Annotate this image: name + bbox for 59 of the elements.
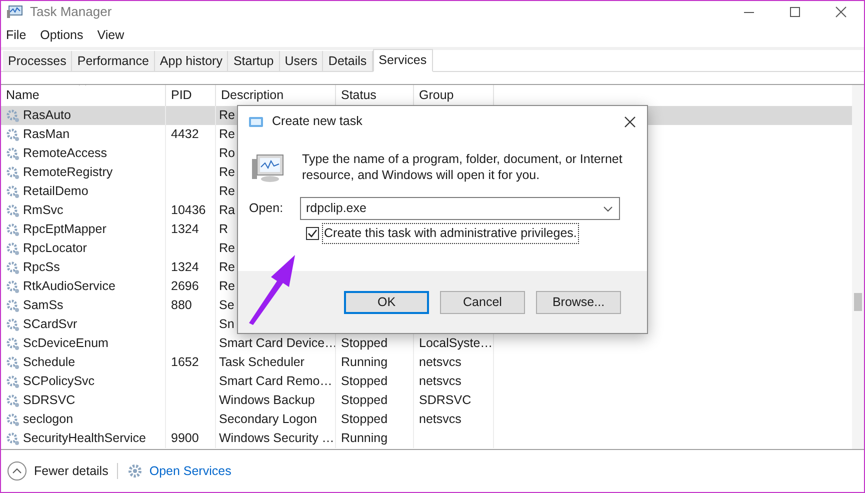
table-cell-text: R (219, 221, 228, 238)
table-cell-text: netsvcs (419, 373, 462, 390)
table-cell-text: netsvcs (419, 411, 462, 428)
table-cell-text: seclogon (23, 411, 74, 428)
table-cell-text: RpcLocator (23, 240, 87, 258)
table-cell-text: RemoteRegistry (23, 164, 113, 182)
table-cell-text: 1324 (171, 259, 199, 276)
table-cell-text: Schedule (23, 354, 76, 372)
table-cell-text: Stopped (341, 373, 388, 390)
table-cell-text: Re (219, 107, 235, 124)
table-cell-text: Running (341, 430, 388, 448)
table-cell-text: SecurityHealthService (23, 430, 146, 448)
window-title: Task Manager (30, 3, 112, 22)
table-cell-text: 880 (171, 297, 192, 314)
table-cell-text: 10436 (171, 202, 206, 220)
table-cell-text: Re (219, 240, 235, 258)
table-cell-text: Re (219, 259, 235, 276)
table-cell-text: SDRSVC (419, 392, 472, 410)
dialog-title: Create new task (272, 113, 362, 130)
table-cell-text: RpcSs (23, 259, 60, 276)
table-cell-text: SamSs (23, 297, 64, 314)
table-cell-text: Stopped (341, 392, 388, 410)
table-cell-text: Re (219, 183, 235, 200)
table-cell-text: Se (219, 297, 234, 314)
table-cell-text: 1652 (171, 354, 199, 372)
table-cell-text: Re (219, 164, 235, 182)
table-cell-text: 2696 (171, 278, 199, 296)
table-cell-text: Ra (219, 202, 235, 220)
open-label: Open: (249, 200, 284, 218)
table-cell-text: Windows Security … (219, 430, 334, 448)
table-cell-text: RemoteAccess (23, 145, 108, 162)
dialog-message: Type the name of a program, folder, document, or Internet resource, and Windows will open it for you. (302, 151, 624, 183)
table-cell-text: Task Scheduler (219, 354, 304, 372)
table-cell-text: RasMan (23, 126, 70, 144)
table-cell-text: Secondary Logon (219, 411, 317, 428)
table-cell-text: SCPolicySvc (23, 373, 95, 390)
table-cell-text: RmSvc (23, 202, 64, 220)
table-cell-text: Sn (219, 316, 234, 334)
table-cell-text: RasAuto (23, 107, 71, 124)
table-cell-text: Smart Card Remo… (219, 373, 332, 390)
table-cell-text: Ro (219, 145, 235, 162)
table-cell-text: RetailDemo (23, 183, 88, 200)
table-cell-text: SCardSvr (23, 316, 78, 334)
table-cell-text: Smart Card Device… (219, 335, 335, 352)
table-cell-text: Stopped (341, 411, 388, 428)
table-cell-text: LocalSyste… (419, 335, 493, 352)
table-cell-text: Stopped (341, 335, 388, 352)
table-cell-text: Re (219, 278, 235, 296)
table-cell-text: 1324 (171, 221, 199, 238)
table-cell-text: RpcEptMapper (23, 221, 106, 238)
table-cell-text: Windows Backup (219, 392, 315, 410)
table-cell-text: netsvcs (419, 354, 462, 372)
table-cell-text: Running (341, 354, 388, 372)
table-cell-text: Re (219, 126, 235, 144)
table-cell-text: RtkAudioService (23, 278, 116, 296)
table-cell-text: SDRSVC (23, 392, 76, 410)
table-cell-text: 4432 (171, 126, 199, 144)
table-cell-text: ScDeviceEnum (23, 335, 108, 352)
table-cell-text: 9900 (171, 430, 199, 448)
